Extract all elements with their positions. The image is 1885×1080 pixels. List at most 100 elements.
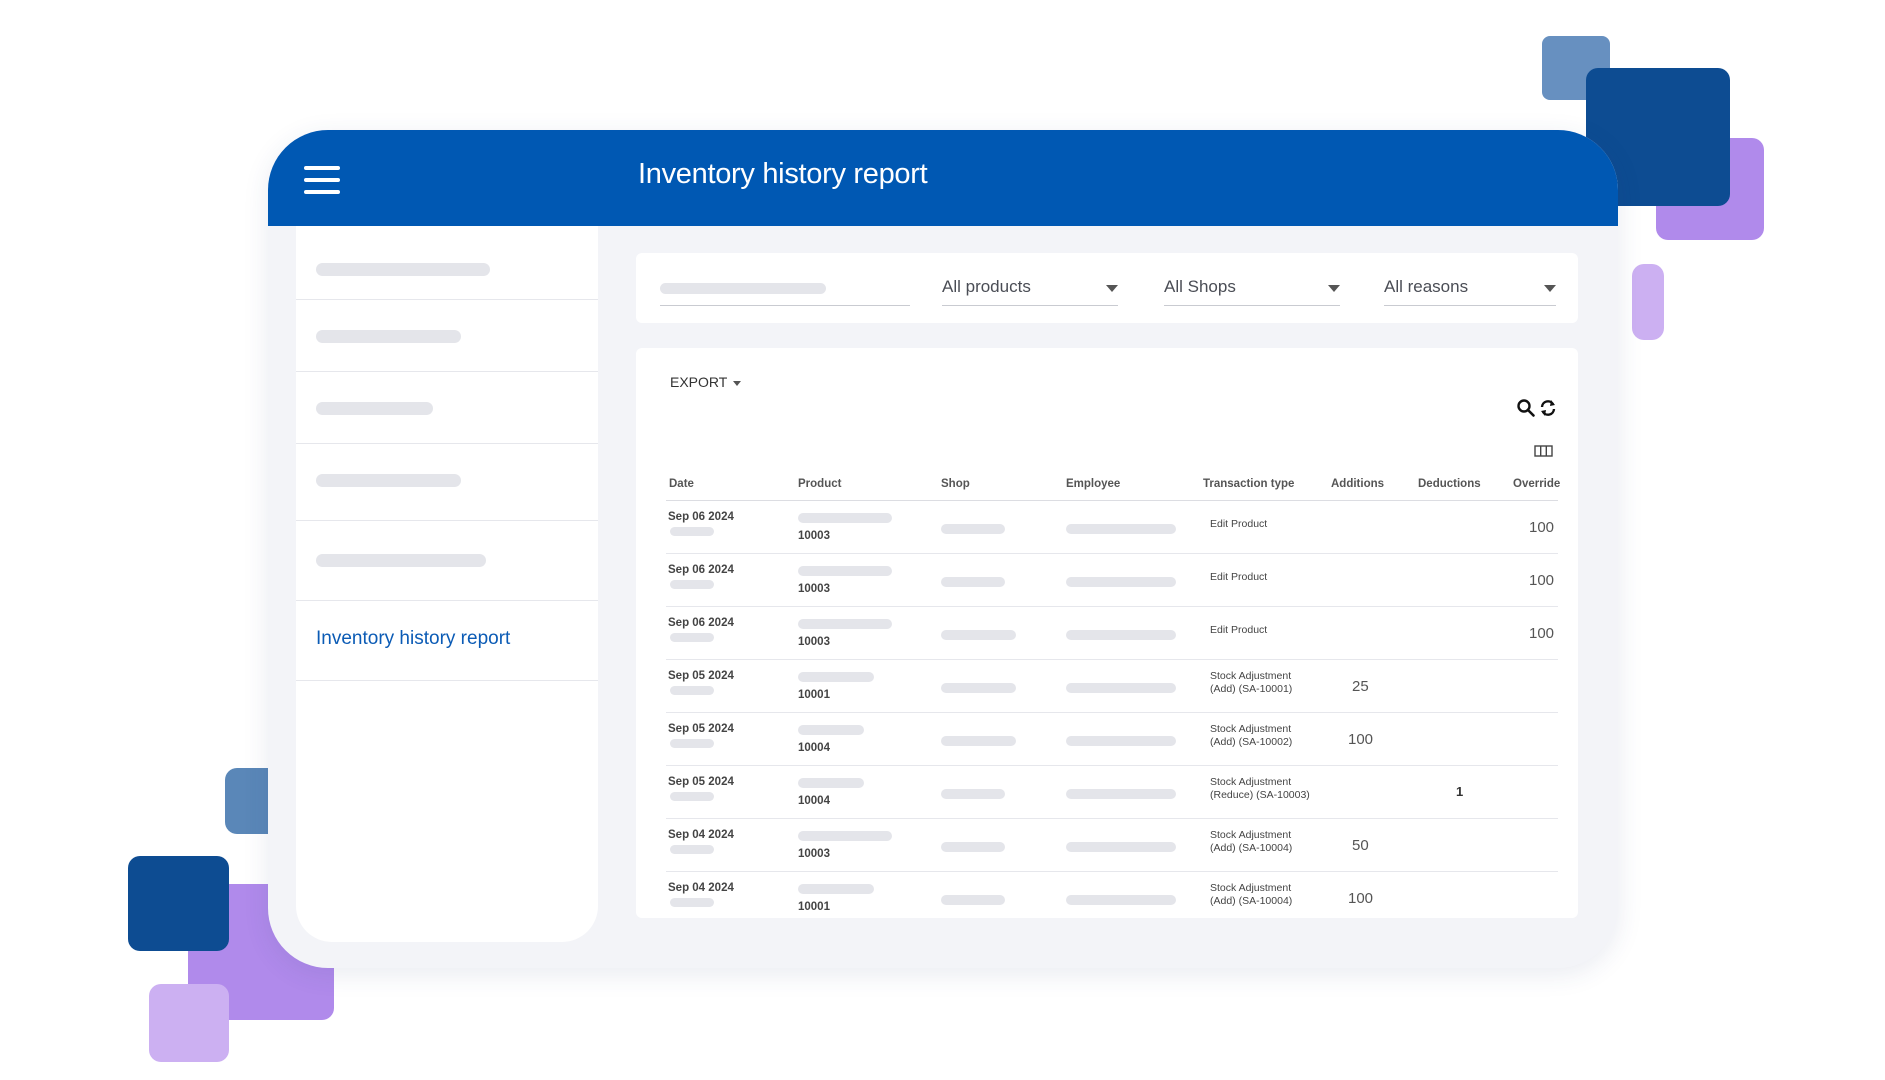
placeholder-bar <box>670 580 714 589</box>
reasons-select-value: All reasons <box>1384 277 1469 296</box>
transaction-type: Stock Adjustment (Add) (SA-10004) <box>1210 882 1292 908</box>
placeholder-bar <box>941 630 1016 640</box>
decor-square <box>1632 264 1664 340</box>
product-code: 10001 <box>798 901 830 913</box>
placeholder-bar <box>798 884 874 894</box>
product-code: 10004 <box>798 742 830 754</box>
placeholder-bar <box>798 831 892 841</box>
date-cell: Sep 06 2024 <box>668 511 734 523</box>
columns-icon[interactable] <box>1534 444 1554 458</box>
placeholder-bar <box>798 672 874 682</box>
decor-square <box>149 984 229 1062</box>
sidebar-item[interactable] <box>296 521 598 601</box>
placeholder-bar <box>941 683 1016 693</box>
column-header-shop[interactable]: Shop <box>941 478 970 490</box>
menu-icon[interactable] <box>304 166 340 194</box>
table-row[interactable]: Sep 04 2024 10001 Stock Adjustment (Add) … <box>666 872 1558 924</box>
override-value: 100 <box>1529 519 1555 536</box>
override-value: 100 <box>1529 572 1555 589</box>
placeholder-bar <box>316 330 461 343</box>
override-value: 100 <box>1529 625 1555 642</box>
column-header-additions[interactable]: Additions <box>1331 478 1384 490</box>
additions-value: 100 <box>1348 890 1374 907</box>
placeholder-bar <box>941 577 1005 587</box>
table-row[interactable]: Sep 05 2024 10004 Stock Adjustment (Add) … <box>666 713 1558 766</box>
page-title: Inventory history report <box>638 158 928 190</box>
export-button[interactable]: EXPORT <box>670 374 742 390</box>
sidebar-item-label: Inventory history report <box>316 628 511 649</box>
sidebar-item[interactable] <box>296 226 598 300</box>
products-select[interactable]: All products <box>942 273 1118 306</box>
placeholder-bar <box>1066 842 1176 852</box>
decor-square <box>128 856 229 951</box>
column-header-transaction-type[interactable]: Transaction type <box>1203 478 1294 490</box>
placeholder-bar <box>798 566 892 576</box>
column-header-date[interactable]: Date <box>669 478 694 490</box>
search-input[interactable] <box>660 273 910 306</box>
placeholder-bar <box>670 686 714 695</box>
date-cell: Sep 05 2024 <box>668 723 734 735</box>
column-header-override[interactable]: Override <box>1513 478 1560 490</box>
transaction-type-line2: (Reduce) (SA-10003) <box>1210 789 1310 801</box>
additions-value: 50 <box>1352 837 1369 854</box>
sidebar-item[interactable] <box>296 300 598 372</box>
date-cell: Sep 06 2024 <box>668 564 734 576</box>
product-code: 10003 <box>798 583 830 595</box>
transaction-type: Edit Product <box>1210 518 1267 531</box>
placeholder-bar <box>1066 789 1176 799</box>
shops-select-value: All Shops <box>1164 277 1236 296</box>
placeholder-bar <box>941 842 1005 852</box>
placeholder-bar <box>1066 524 1176 534</box>
transaction-type-line1: Stock Adjustment <box>1210 829 1292 841</box>
transaction-type: Stock Adjustment (Add) (SA-10002) <box>1210 723 1292 749</box>
table-row[interactable]: Sep 06 2024 10003 Edit Product 100 <box>666 607 1558 660</box>
placeholder-bar <box>1066 736 1176 746</box>
placeholder-bar <box>670 898 714 907</box>
chevron-down-icon <box>1106 285 1118 292</box>
top-bar: Inventory history report <box>268 130 1618 226</box>
transaction-type: Edit Product <box>1210 624 1267 637</box>
transaction-type-line1: Stock Adjustment <box>1210 723 1292 735</box>
filter-bar: All products All Shops All reasons <box>636 253 1578 323</box>
chevron-down-icon <box>1544 285 1556 292</box>
table-row[interactable]: Sep 05 2024 10004 Stock Adjustment (Reduc… <box>666 766 1558 819</box>
table-row[interactable]: Sep 06 2024 10003 Edit Product 100 <box>666 554 1558 607</box>
date-cell: Sep 04 2024 <box>668 882 734 894</box>
transaction-type-line1: Stock Adjustment <box>1210 882 1292 894</box>
placeholder-bar <box>316 554 486 567</box>
placeholder-bar <box>798 513 892 523</box>
product-code: 10003 <box>798 636 830 648</box>
placeholder-bar <box>941 524 1005 534</box>
sidebar-item-inventory-history[interactable]: Inventory history report <box>296 601 598 681</box>
transaction-type: Edit Product <box>1210 571 1267 584</box>
reasons-select[interactable]: All reasons <box>1384 273 1556 306</box>
table-row[interactable]: Sep 05 2024 10001 Stock Adjustment (Add) … <box>666 660 1558 713</box>
placeholder-bar <box>660 283 826 294</box>
transaction-type-line1: Stock Adjustment <box>1210 776 1292 788</box>
transaction-type-line1: Edit Product <box>1210 624 1268 636</box>
app-window: Inventory history report Inventory histo… <box>268 130 1618 968</box>
placeholder-bar <box>670 633 714 642</box>
placeholder-bar <box>1066 895 1176 905</box>
shops-select[interactable]: All Shops <box>1164 273 1340 306</box>
transaction-type-line1: Edit Product <box>1210 518 1268 530</box>
sidebar-item[interactable] <box>296 372 598 444</box>
sidebar-item[interactable] <box>296 444 598 521</box>
placeholder-bar <box>798 619 892 629</box>
placeholder-bar <box>670 792 714 801</box>
product-code: 10001 <box>798 689 830 701</box>
date-cell: Sep 05 2024 <box>668 776 734 788</box>
placeholder-bar <box>941 789 1005 799</box>
search-icon[interactable] <box>1516 398 1536 418</box>
placeholder-bar <box>670 845 714 854</box>
table-row[interactable]: Sep 04 2024 10003 Stock Adjustment (Add) … <box>666 819 1558 872</box>
column-header-deductions[interactable]: Deductions <box>1418 478 1481 490</box>
table-row[interactable]: Sep 06 2024 10003 Edit Product 100 <box>666 501 1558 554</box>
chevron-down-icon <box>1328 285 1340 292</box>
refresh-icon[interactable] <box>1538 398 1558 418</box>
product-code: 10003 <box>798 848 830 860</box>
transaction-type: Stock Adjustment (Reduce) (SA-10003) <box>1210 776 1310 802</box>
column-header-employee[interactable]: Employee <box>1066 478 1120 490</box>
column-header-product[interactable]: Product <box>798 478 841 490</box>
placeholder-bar <box>1066 577 1176 587</box>
